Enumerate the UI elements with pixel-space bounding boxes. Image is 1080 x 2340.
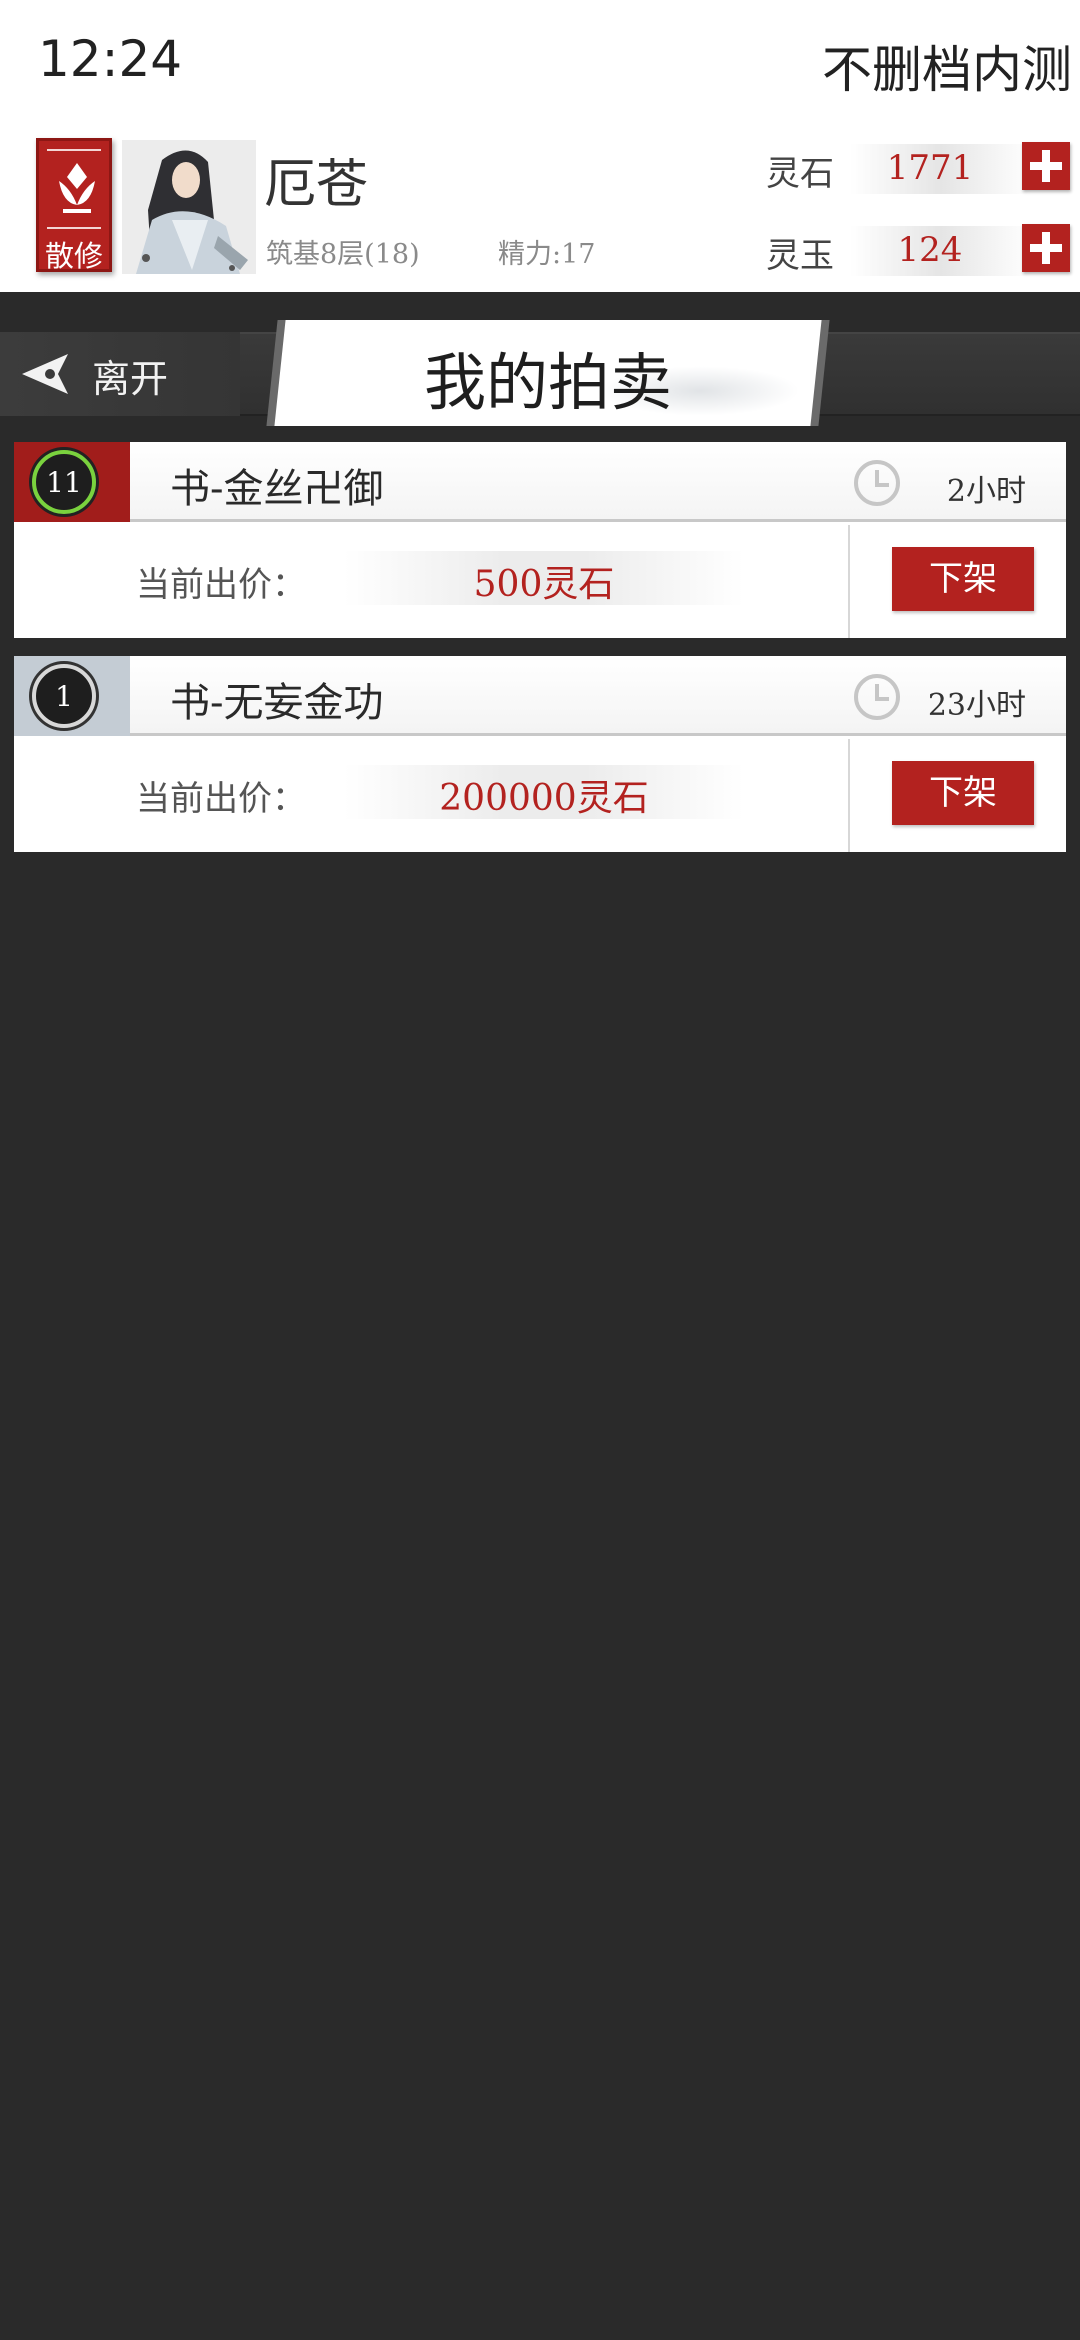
item-name: 书-无妄金功 bbox=[170, 680, 384, 726]
divider bbox=[848, 525, 850, 638]
resource-label: 灵石 bbox=[766, 154, 834, 194]
clock-icon bbox=[854, 674, 900, 720]
lotus-icon bbox=[59, 163, 95, 213]
badge-rule-mid bbox=[47, 227, 101, 229]
avatar[interactable] bbox=[122, 140, 256, 274]
price-value: 500灵石 bbox=[473, 564, 615, 605]
player-name: 厄苍 bbox=[264, 155, 369, 215]
player-energy: 精力:17 bbox=[498, 239, 596, 270]
add-spirit-stone-button[interactable] bbox=[1022, 142, 1070, 190]
clock-icon bbox=[854, 460, 900, 506]
page-title: 我的拍卖 bbox=[423, 346, 672, 419]
item-name: 书-金丝卍御 bbox=[170, 466, 384, 512]
delist-button[interactable]: 下架 bbox=[892, 761, 1034, 825]
price-value: 200000灵石 bbox=[439, 778, 649, 819]
back-arrow-icon bbox=[22, 354, 68, 394]
delist-button[interactable]: 下架 bbox=[892, 547, 1034, 611]
test-build-label: 不删档内测 bbox=[822, 41, 1072, 99]
price-label: 当前出价： bbox=[136, 779, 306, 819]
auction-listing: 1 书-无妄金功 23小时 当前出价： 200000灵石 下架 bbox=[14, 656, 1066, 852]
divider bbox=[848, 739, 850, 852]
resource-value: 124 bbox=[897, 230, 963, 270]
resource-value: 1771 bbox=[886, 148, 974, 188]
level-badge: 1 bbox=[32, 664, 96, 728]
time-left: 2小时 bbox=[946, 474, 1026, 509]
time-left: 23小时 bbox=[927, 688, 1026, 723]
listing-header: 11 书-金丝卍御 2小时 bbox=[14, 442, 1066, 522]
auction-listing: 11 书-金丝卍御 2小时 当前出价： 500灵石 下架 bbox=[14, 442, 1066, 638]
badge-rule-top bbox=[47, 149, 101, 151]
status-time: 12:24 bbox=[38, 30, 183, 88]
sect-label: 散修 bbox=[44, 239, 103, 273]
avatar-portrait bbox=[122, 140, 256, 274]
add-spirit-jade-button[interactable] bbox=[1022, 224, 1070, 272]
leave-label: 离开 bbox=[92, 357, 169, 401]
resource-spirit-jade: 灵玉 124 bbox=[766, 222, 1080, 282]
listing-header: 1 书-无妄金功 23小时 bbox=[14, 656, 1066, 736]
player-realm: 筑基8层(18) bbox=[266, 239, 420, 270]
resource-spirit-stone: 灵石 1771 bbox=[766, 140, 1080, 200]
listing-body: 当前出价： 500灵石 下架 bbox=[14, 525, 1066, 638]
leave-button[interactable]: 离开 bbox=[0, 332, 240, 416]
price-label: 当前出价： bbox=[136, 565, 306, 605]
player-header: 散修 厄苍 筑基8层(18) 精力:17 灵石 1771 灵玉 124 bbox=[0, 128, 1080, 292]
resource-label: 灵玉 bbox=[766, 236, 834, 276]
status-bar: 12:24 不删档内测 bbox=[0, 0, 1080, 128]
nav-bar: 离开 我的拍卖 bbox=[0, 292, 1080, 432]
sect-badge[interactable]: 散修 bbox=[36, 138, 112, 273]
listing-body: 当前出价： 200000灵石 下架 bbox=[14, 739, 1066, 852]
level-badge: 11 bbox=[32, 450, 96, 514]
